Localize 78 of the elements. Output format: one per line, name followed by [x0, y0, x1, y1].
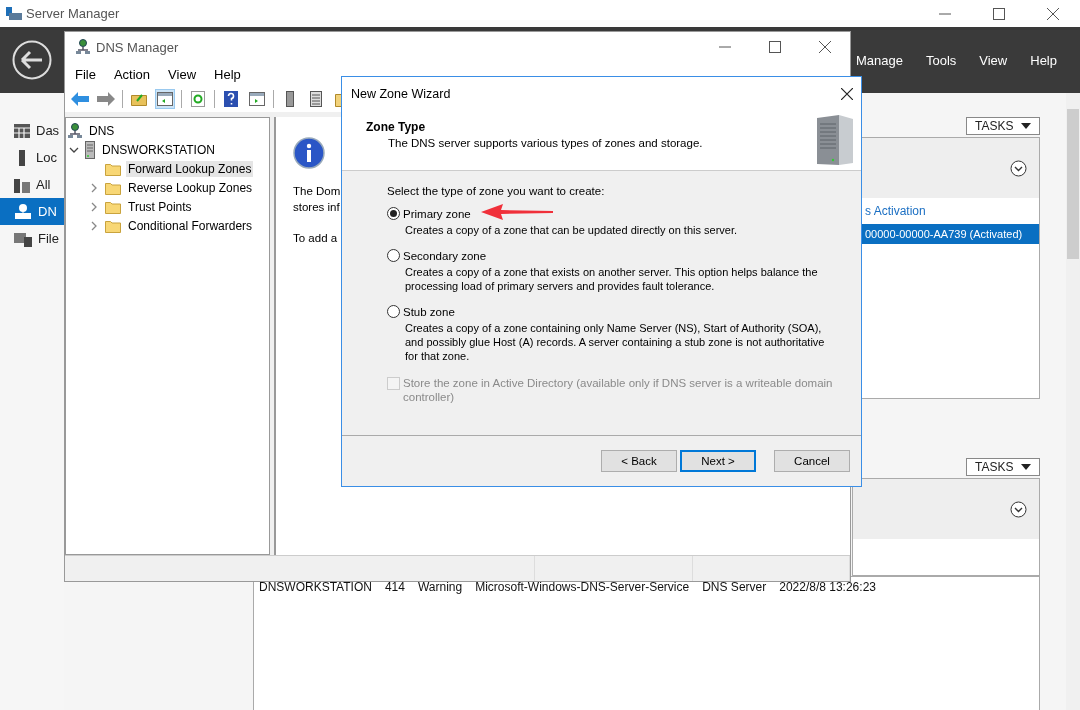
menu-item[interactable]: File: [75, 66, 96, 82]
radio-label[interactable]: Stub zone: [403, 305, 455, 318]
tree-item[interactable]: Trust Points: [126, 198, 194, 215]
dialog-title: New Zone Wizard: [351, 86, 451, 101]
console-tree-icon[interactable]: [157, 92, 173, 106]
back-arrow-icon[interactable]: [71, 92, 89, 106]
menu-item[interactable]: View: [168, 66, 197, 82]
folder-icon: [105, 180, 121, 195]
menu-item[interactable]: View: [979, 52, 1008, 68]
dns-icon: [68, 122, 82, 139]
info-icon: [293, 137, 325, 169]
window-title: DNS Manager: [96, 39, 180, 55]
dns-icon: [14, 203, 32, 220]
file-server-icon: [14, 230, 32, 247]
option-description: Creates a copy of a zone that exists on another server. This option helps balance the processing load of primary servers and provides fault tolerance.: [404, 265, 819, 293]
info-text: The Dom: [293, 184, 341, 199]
page-heading: Zone Type: [366, 120, 427, 134]
nav-item[interactable]: Loc: [0, 144, 64, 171]
help-icon[interactable]: [224, 91, 238, 107]
chevron-circle-icon[interactable]: [1010, 159, 1027, 177]
menu-item[interactable]: Help: [1030, 52, 1057, 68]
tasks-dropdown[interactable]: TASKS: [966, 117, 1040, 135]
table-cell: Warning: [417, 580, 463, 594]
page-subheading: The DNS server supports various types of zones and storage.: [387, 137, 703, 149]
forward-arrow-icon[interactable]: [97, 92, 115, 106]
radio-label[interactable]: Primary zone: [403, 207, 471, 220]
dialog-button[interactable]: Next >: [680, 450, 756, 472]
radio-label[interactable]: Secondary zone: [403, 249, 487, 262]
menu-item[interactable]: Manage: [855, 52, 903, 68]
tree-item[interactable]: Reverse Lookup Zones: [126, 179, 255, 196]
window-title: Server Manager: [26, 6, 121, 21]
tree-item[interactable]: DNS: [87, 122, 117, 139]
chevron-circle-icon[interactable]: [1010, 500, 1027, 518]
option-description: Creates a copy of a zone containing only Name Server (NS), Start of Authority (SOA), and possibly glue Host (A) records. A server containing a stub zone is not authoritative for that zone.: [404, 321, 825, 363]
caret-icon: [1021, 123, 1031, 129]
server-icon[interactable]: [286, 91, 294, 107]
radio-button[interactable]: [387, 207, 400, 220]
servers-icon: [14, 176, 30, 193]
radio-button[interactable]: [387, 249, 400, 262]
back-icon[interactable]: [12, 40, 52, 80]
close-icon[interactable]: [841, 87, 853, 100]
table-cell: DNSWORKSTATION: [259, 580, 372, 594]
nav-item[interactable]: Das: [0, 117, 64, 144]
server-icon: [85, 140, 95, 159]
tree-item[interactable]: DNSWORKSTATION: [100, 141, 217, 158]
option-description: Creates a copy of a zone that can be updated directly on this server.: [404, 223, 738, 237]
list-icon[interactable]: [310, 91, 322, 107]
table-cell: Microsoft-Windows-DNS-Server-Service: [475, 580, 690, 594]
caret-icon: [1021, 464, 1031, 470]
nav-item[interactable]: All: [0, 171, 64, 198]
menu-item[interactable]: Action: [113, 66, 151, 82]
table-cell: 414: [384, 580, 405, 594]
tasks-dropdown[interactable]: TASKS: [966, 458, 1040, 476]
menu-item[interactable]: Tools: [925, 52, 957, 68]
info-text: To add a: [293, 231, 338, 246]
server-manager-icon: [6, 6, 22, 21]
nav-item[interactable]: File: [0, 225, 64, 252]
table-cell: DNS Server: [702, 580, 767, 594]
folder-icon: [105, 218, 121, 233]
tree-item[interactable]: Conditional Forwarders: [126, 217, 255, 234]
prompt-text: Select the type of zone you want to create:: [387, 185, 605, 197]
dns-icon: [76, 39, 90, 55]
folder-up-icon[interactable]: [131, 92, 147, 106]
info-text: stores inf: [293, 200, 340, 215]
tree-item[interactable]: Forward Lookup Zones: [126, 160, 254, 177]
folder-icon: [105, 161, 121, 176]
action-pane-icon[interactable]: [249, 92, 265, 106]
dialog-button[interactable]: Cancel: [774, 450, 850, 472]
grid-icon: [14, 123, 30, 138]
folder-icon: [105, 199, 121, 214]
menu-item[interactable]: Help: [214, 66, 241, 82]
scrollbar[interactable]: [1066, 93, 1080, 710]
radio-button[interactable]: [387, 305, 400, 318]
nav-item[interactable]: DN: [0, 198, 64, 225]
refresh-icon[interactable]: [191, 91, 205, 107]
dialog-button[interactable]: < Back: [601, 450, 677, 472]
annotation-arrow: [481, 204, 553, 220]
table-cell: 2022/8/8 13:26:23: [779, 580, 876, 594]
